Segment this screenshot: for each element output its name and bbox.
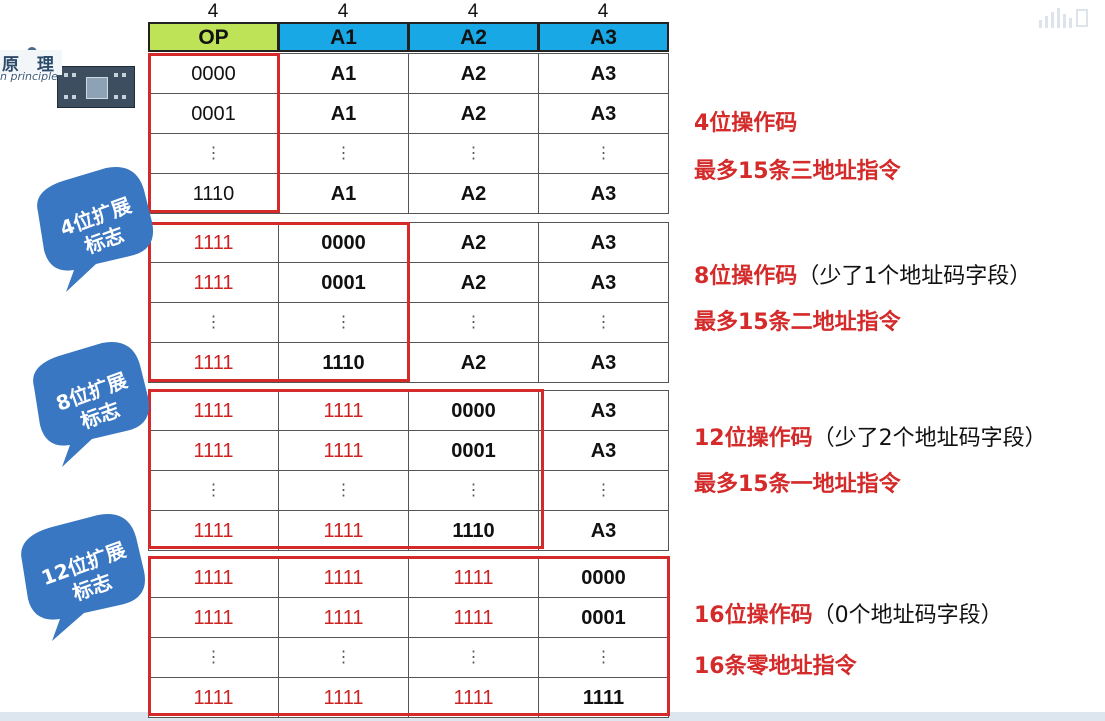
table-cell: 1111 [278, 510, 409, 551]
callout-4bit: 4位扩展 标志 [26, 160, 166, 310]
audio-wave-icon [1039, 8, 1088, 28]
table-cell: A2 [408, 93, 539, 134]
table-cell: ⋮ [148, 302, 279, 343]
logo-subtitle: n principle [0, 70, 58, 83]
table-cell: A2 [408, 222, 539, 263]
table-cell: 0000 [278, 222, 409, 263]
table-cell: 1111 [148, 677, 279, 718]
table-cell: A3 [538, 262, 669, 303]
table-cell: 1111 [148, 597, 279, 638]
note-group-2-title: 8位操作码（少了1个地址码字段） [694, 264, 1032, 289]
header-a3: A3 [538, 22, 669, 52]
table-cell: A3 [538, 173, 669, 214]
table-cell: ⋮ [148, 470, 279, 511]
table-cell: 1110 [408, 510, 539, 551]
table-cell: 1110 [278, 342, 409, 383]
course-logo: 原 理 n principle [0, 22, 135, 108]
table-cell: A3 [538, 430, 669, 471]
table-cell: 0001 [408, 430, 539, 471]
table-cell: 0001 [278, 262, 409, 303]
note-group-4-paren: （0个地址码字段） [812, 603, 1003, 628]
header-a2: A2 [408, 22, 539, 52]
table-cell: ⋮ [408, 302, 539, 343]
table-cell: A3 [538, 222, 669, 263]
bit-width-a1: 4 [337, 1, 349, 22]
table-cell: ⋮ [538, 302, 669, 343]
note-group-1-title: 4位操作码 [694, 111, 798, 136]
table-cell: 1111 [148, 430, 279, 471]
table-cell: 1111 [278, 677, 409, 718]
table-cell: ⋮ [278, 302, 409, 343]
note-group-2-count: 最多15条二地址指令 [694, 310, 901, 335]
table-cell: A2 [408, 53, 539, 94]
note-group-4-title: 16位操作码（0个地址码字段） [694, 603, 1003, 628]
table-cell: 1111 [408, 677, 539, 718]
table-cell: A2 [408, 342, 539, 383]
table-cell: A3 [538, 93, 669, 134]
table-cell: A3 [538, 342, 669, 383]
chip-logo-icon [57, 66, 135, 108]
table-cell: A3 [538, 390, 669, 431]
table-cell: 1111 [278, 597, 409, 638]
table-cell: A3 [538, 510, 669, 551]
table-cell: A1 [278, 173, 409, 214]
table-cell: ⋮ [408, 470, 539, 511]
table-cell: 0001 [148, 93, 279, 134]
table-cell: A2 [408, 262, 539, 303]
bit-width-op: 4 [207, 1, 219, 22]
table-cell: A1 [278, 93, 409, 134]
header-op: OP [148, 22, 279, 52]
note-group-3-title: 12位操作码（少了2个地址码字段） [694, 426, 1047, 451]
table-cell: ⋮ [148, 637, 279, 678]
table-cell: 1111 [278, 430, 409, 471]
note-group-4-count: 16条零地址指令 [694, 654, 857, 679]
table-cell: ⋮ [148, 133, 279, 174]
table-cell: ⋮ [408, 637, 539, 678]
table-cell: 1111 [408, 557, 539, 598]
table-cell: 1111 [148, 222, 279, 263]
table-cell: 1111 [278, 557, 409, 598]
table-cell: A3 [538, 53, 669, 94]
note-group-3-count: 最多15条一地址指令 [694, 472, 901, 497]
bit-width-a2: 4 [467, 1, 479, 22]
table-cell: ⋮ [408, 133, 539, 174]
table-cell: 1111 [148, 262, 279, 303]
note-group-1-count: 最多15条三地址指令 [694, 159, 901, 184]
table-cell: ⋮ [538, 637, 669, 678]
table-cell: ⋮ [278, 133, 409, 174]
table-cell: 1111 [148, 342, 279, 383]
table-cell: ⋮ [538, 133, 669, 174]
table-cell: 0000 [408, 390, 539, 431]
table-cell: 1111 [538, 677, 669, 718]
callout-8bit: 8位扩展 标志 [22, 335, 162, 485]
table-cell: ⋮ [538, 470, 669, 511]
bit-width-a3: 4 [597, 1, 609, 22]
table-cell: 1111 [408, 597, 539, 638]
note-group-2-paren: （少了1个地址码字段） [797, 264, 1032, 289]
table-cell: 0000 [148, 53, 279, 94]
table-cell: ⋮ [278, 637, 409, 678]
table-cell: 1111 [148, 557, 279, 598]
table-cell: 1110 [148, 173, 279, 214]
table-cell: 0000 [538, 557, 669, 598]
table-cell: 1111 [278, 390, 409, 431]
table-cell: A2 [408, 173, 539, 214]
table-cell: ⋮ [278, 470, 409, 511]
callout-12bit: 12位扩展 标志 [10, 505, 160, 655]
table-cell: 1111 [148, 510, 279, 551]
table-cell: 1111 [148, 390, 279, 431]
table-cell: A1 [278, 53, 409, 94]
note-group-3-paren: （少了2个地址码字段） [812, 426, 1047, 451]
table-cell: 0001 [538, 597, 669, 638]
header-a1: A1 [278, 22, 409, 52]
